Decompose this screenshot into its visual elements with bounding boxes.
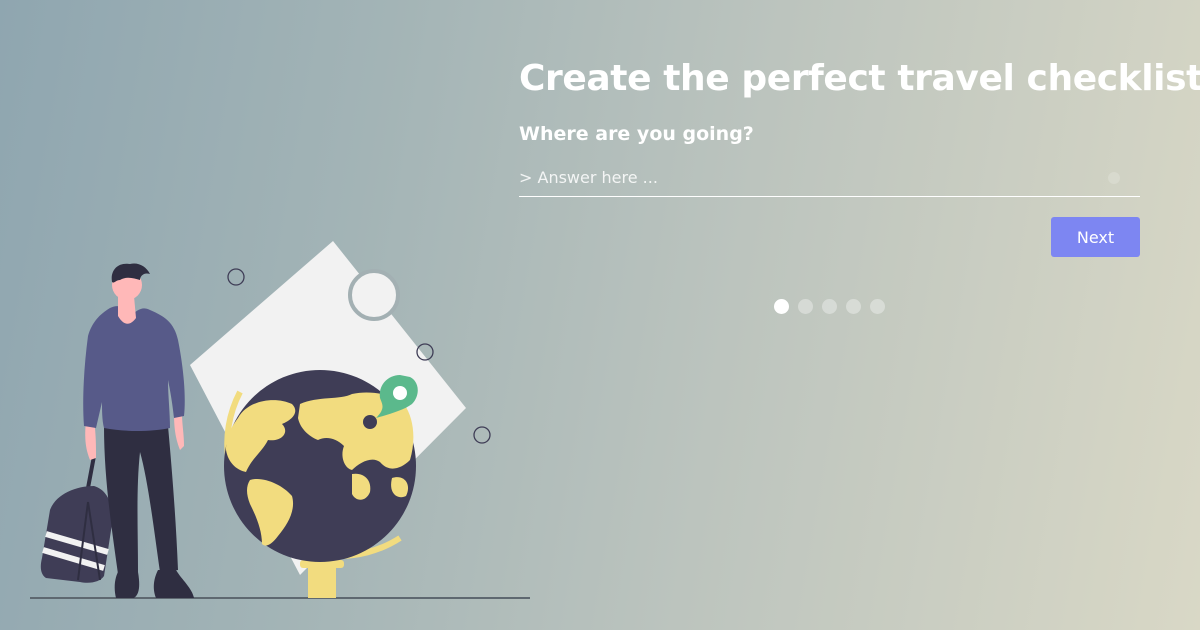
destination-input[interactable]	[519, 160, 1104, 194]
step-dot-3[interactable]	[822, 299, 837, 314]
answer-field-container	[519, 160, 1140, 197]
page-title: Create the perfect travel checklist	[519, 58, 1200, 99]
travel-illustration	[30, 241, 530, 599]
step-dot-4[interactable]	[846, 299, 861, 314]
step-dot-2[interactable]	[798, 299, 813, 314]
deco-circle-1	[227, 268, 245, 286]
question-label: Where are you going?	[519, 123, 754, 145]
step-dot-1[interactable]	[774, 299, 789, 314]
moon-circle	[348, 269, 400, 321]
checklist-form: Create the perfect travel checklist Wher…	[519, 52, 1200, 257]
traveler-figure	[40, 263, 194, 598]
clear-icon[interactable]	[1108, 172, 1120, 184]
step-progress	[774, 299, 885, 314]
deco-circle-3	[473, 426, 491, 444]
form-actions: Next	[519, 217, 1140, 257]
next-button[interactable]: Next	[1051, 217, 1140, 257]
step-dot-5[interactable]	[870, 299, 885, 314]
